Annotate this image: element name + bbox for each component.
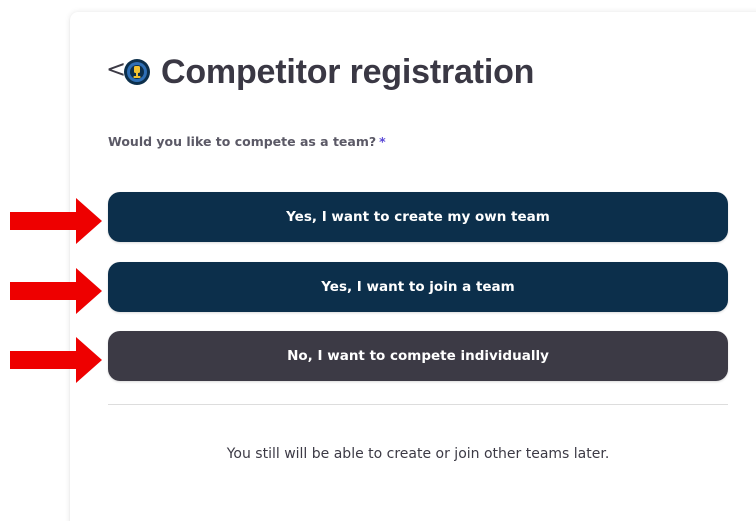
red-arrow-icon (10, 198, 102, 244)
divider (108, 404, 728, 405)
compete-individually-button[interactable]: No, I want to compete individually (108, 331, 728, 381)
footnote-text: You still will be able to create or join… (226, 446, 610, 462)
question-text: Would you like to compete as a team? (108, 134, 377, 149)
team-question-label: Would you like to compete as a team? * (108, 134, 386, 149)
red-arrow-icon (10, 337, 102, 383)
trophy-badge-icon (124, 59, 150, 85)
join-team-button[interactable]: Yes, I want to join a team (108, 262, 728, 312)
page-title: Competitor registration (161, 53, 535, 91)
screen: < Competitor registration Would you like… (0, 0, 756, 521)
required-asterisk: * (379, 134, 386, 149)
create-team-button[interactable]: Yes, I want to create my own team (108, 192, 728, 242)
red-arrow-icon (10, 268, 102, 314)
